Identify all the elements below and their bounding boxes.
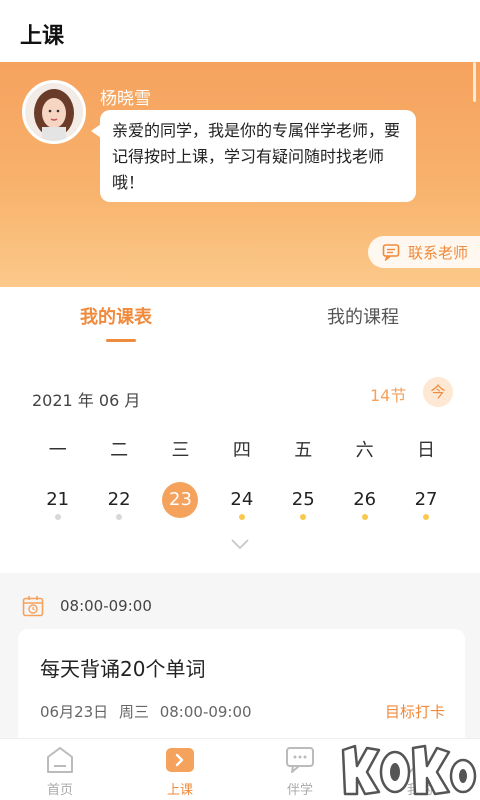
day-status-dot <box>238 514 245 520</box>
active-tab-indicator <box>106 339 136 342</box>
tabbar-item-home[interactable]: 首页 <box>0 739 120 800</box>
expand-calendar-chevron-down-icon[interactable] <box>231 538 249 550</box>
tabbar-label: 上课 <box>166 783 193 798</box>
chat-icon <box>286 747 314 773</box>
calendar-day[interactable]: 22 <box>88 482 149 532</box>
lesson-title: 每天背诵20个单词 <box>40 657 206 681</box>
time-slot-header: 08:00-09:00 <box>22 595 152 617</box>
month-label[interactable]: 2021 年 06 月 <box>32 387 140 411</box>
teacher-message: 亲爱的同学，我是你的专属伴学老师，要记得按时上课，学习有疑问随时找老师哦！ <box>112 121 401 192</box>
teacher-message-bubble: 亲爱的同学，我是你的专属伴学老师，要记得按时上课，学习有疑问随时找老师哦！ <box>91 110 416 202</box>
calendar-day[interactable]: 27 <box>395 482 456 532</box>
weekday-label: 三 <box>171 440 190 461</box>
top-bar: 上课 <box>0 0 480 62</box>
tab-my-courses[interactable]: 我的课程 <box>327 303 399 329</box>
day-status-dot <box>423 514 430 520</box>
class-play-icon <box>166 748 194 772</box>
day-number: 22 <box>107 489 131 510</box>
teacher-avatar[interactable] <box>22 80 86 144</box>
day-row: 21 22 23 24 25 26 27 <box>27 482 457 532</box>
tabbar-item-class[interactable]: 上课 <box>120 739 240 800</box>
day-status-dot <box>116 514 123 520</box>
contact-teacher-label: 联系老师 <box>408 243 469 262</box>
schedule-list: 08:00-09:00 每天背诵20个单词 06月23日 周三 08:00-09… <box>0 573 480 749</box>
watermark-logo <box>341 744 477 796</box>
day-number: 23 <box>162 482 199 518</box>
day-number: 25 <box>291 489 315 510</box>
message-icon <box>382 244 400 261</box>
lesson-count: 14节 <box>370 386 407 405</box>
weekday-label: 五 <box>294 440 313 461</box>
home-icon <box>47 747 73 773</box>
day-status-dot <box>300 514 307 520</box>
today-button[interactable]: 今 <box>423 377 453 407</box>
page-title: 上课 <box>20 24 65 49</box>
weekday-label: 四 <box>232 440 251 461</box>
day-number: 21 <box>46 489 70 510</box>
calendar-day[interactable]: 26 <box>334 482 395 532</box>
weekday-label: 六 <box>355 440 374 461</box>
calendar-day-selected[interactable]: 23 <box>150 482 211 532</box>
teacher-banner: 杨晓雪 亲爱的同学，我是你的专属伴学老师，要记得按时上课，学习有疑问随时找老师哦… <box>0 62 480 287</box>
scrollbar[interactable] <box>473 62 476 102</box>
calendar-clock-icon <box>22 596 44 617</box>
weekday-label: 二 <box>110 440 129 461</box>
calendar-day[interactable]: 25 <box>273 482 334 532</box>
day-number: 26 <box>353 489 377 510</box>
day-status-dot <box>54 514 61 520</box>
day-number: 27 <box>414 489 438 510</box>
teacher-name: 杨晓雪 <box>100 89 151 109</box>
contact-teacher-button[interactable]: 联系老师 <box>368 236 480 268</box>
tabbar-label: 首页 <box>46 783 73 798</box>
goal-checkin-button[interactable]: 目标打卡 <box>385 701 445 722</box>
day-status-dot <box>361 514 368 520</box>
lesson-meta: 06月23日 周三 08:00-09:00 <box>40 703 252 721</box>
weekday-label: 一 <box>48 440 67 461</box>
calendar-day[interactable]: 21 <box>27 482 88 532</box>
weekday-row: 一 二 三 四 五 六 日 <box>27 436 457 462</box>
teacher-photo <box>25 83 83 141</box>
schedule-tabs: 我的课表 我的课程 <box>0 287 480 347</box>
day-number: 24 <box>230 489 254 510</box>
calendar-day[interactable]: 24 <box>211 482 272 532</box>
weekday-label: 日 <box>417 440 436 461</box>
time-slot-label: 08:00-09:00 <box>60 597 152 615</box>
tab-my-timetable[interactable]: 我的课表 <box>80 303 152 329</box>
lesson-card[interactable]: 每天背诵20个单词 06月23日 周三 08:00-09:00 目标打卡 <box>18 629 465 749</box>
